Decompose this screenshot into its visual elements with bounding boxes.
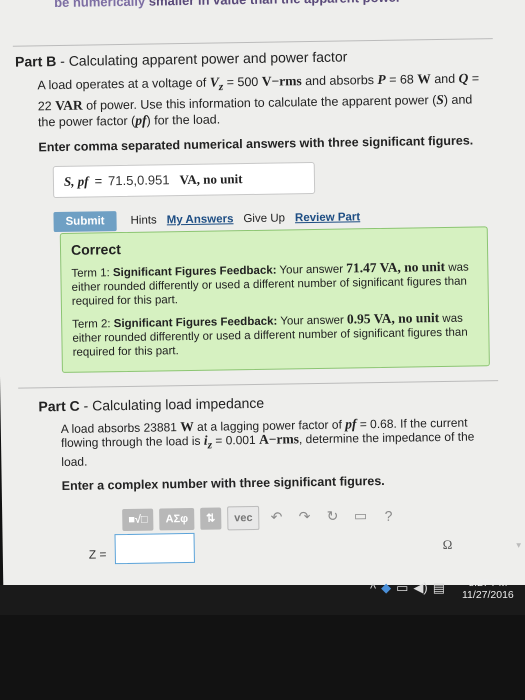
notification-icon[interactable]: ▤ <box>433 580 445 596</box>
q-unit: VAR <box>55 97 83 113</box>
pf-var: pf <box>345 416 357 432</box>
part-c-instruction: Enter a complex number with three signif… <box>61 473 385 493</box>
hints-link[interactable]: Hints <box>130 214 156 226</box>
text: = 500 <box>223 74 262 90</box>
text: of power. Use this information to calcul… <box>82 92 437 113</box>
voltage-symbol: Vz <box>210 74 224 93</box>
text: and absorbs <box>301 72 378 89</box>
z-label: Z = <box>88 547 107 562</box>
subscript-superscript-button[interactable]: ⇅ <box>199 507 222 530</box>
previous-part-fragment: be numerically smaller in value than the… <box>54 0 401 10</box>
divider <box>12 38 493 47</box>
current-symbol: iz <box>204 433 212 452</box>
clock-time: 8:27 PM <box>468 577 508 589</box>
network-icon[interactable]: ▭ <box>396 580 408 596</box>
shield-icon[interactable]: ◆ <box>381 580 391 596</box>
undo-icon[interactable]: ↶ <box>265 506 287 528</box>
correct-feedback-box: Correct Term 1: Significant Figures Feed… <box>59 226 490 373</box>
part-b-section: Part B - Calculating apparent power and … <box>15 46 498 232</box>
unit-symbol: Ω <box>442 536 453 553</box>
part-c-section: Part C - Calculating load impedance A lo… <box>38 391 510 533</box>
math-toolbar: ■√□ ΑΣφ ⇅ vec ↶ ↷ ↻ ▭ ? <box>122 502 510 532</box>
clock[interactable]: 8:27 PM 11/27/2016 <box>462 577 514 601</box>
part-b-instruction: Enter comma separated numerical answers … <box>38 133 474 155</box>
help-button[interactable]: ? <box>377 504 399 526</box>
scroll-down-icon[interactable]: ▼ <box>515 541 523 550</box>
part-b-heading: - Calculating apparent power and power f… <box>56 48 348 70</box>
part-c-heading: - Calculating load impedance <box>79 394 265 414</box>
redo-icon[interactable]: ↷ <box>293 506 315 528</box>
term-heading: Significant Figures Feedback: <box>112 264 277 280</box>
term-value: 0.95 VA, no unit <box>346 310 440 327</box>
term-prefix: Term 1: <box>71 267 114 280</box>
system-tray: ^ ◆ ▭ ◀) ▤ <box>370 580 450 596</box>
text: ) for the load. <box>146 112 221 128</box>
feedback-term-2: Term 2: Significant Figures Feedback: Yo… <box>72 310 479 359</box>
text: A load operates at a voltage of <box>37 75 210 93</box>
keyboard-icon[interactable]: ▭ <box>349 505 371 527</box>
term-heading: Significant Figures Feedback: <box>113 315 278 331</box>
browser-screen: be numerically smaller in value than the… <box>0 0 525 594</box>
answer-unit: VA, no unit <box>179 170 243 187</box>
part-b-label: Part B <box>14 53 57 70</box>
voltage-unit: V−rms <box>261 73 302 89</box>
my-answers-link[interactable]: My Answers <box>167 213 234 226</box>
chevron-up-icon[interactable]: ^ <box>370 581 376 596</box>
feedback-term-1: Term 1: Significant Figures Feedback: Yo… <box>71 259 478 308</box>
part-b-problem: A load operates at a voltage of Vz = 500… <box>37 70 488 130</box>
fragment-text: smaller in value than the apparent power <box>149 0 401 9</box>
reset-icon[interactable]: ↻ <box>321 505 343 527</box>
photo-frame: be numerically smaller in value than the… <box>0 0 525 700</box>
feedback-status: Correct <box>70 241 121 258</box>
clock-date: 11/27/2016 <box>462 589 514 601</box>
term-value: 71.47 VA, no unit <box>346 258 446 276</box>
answer-value: 71.5,0.951 <box>107 172 170 189</box>
w-unit: W <box>180 418 194 435</box>
greek-symbols-button[interactable]: ΑΣφ <box>159 507 195 531</box>
current-unit: A−rms <box>258 431 300 447</box>
impedance-input[interactable] <box>114 532 195 565</box>
text: = 68 <box>385 72 418 87</box>
term-prefix: Term 2: <box>72 318 114 331</box>
part-c-label: Part C <box>38 397 80 415</box>
template-button[interactable]: ■√□ <box>122 508 154 531</box>
volume-icon[interactable]: ◀) <box>413 580 427 596</box>
part-b-answer-field[interactable]: S, pf = 71.5,0.951 VA, no unit <box>52 161 316 198</box>
review-part-link[interactable]: Review Part <box>295 211 360 224</box>
text: Your answer <box>277 314 348 328</box>
give-up-link[interactable]: Give Up <box>243 212 285 225</box>
answer-label: S, pf <box>63 173 89 189</box>
answer-equals: = <box>94 173 103 189</box>
part-c-problem: A load absorbs 23881 W at a lagging powe… <box>61 415 492 469</box>
vector-button[interactable]: vec <box>227 505 260 531</box>
submit-button[interactable]: Submit <box>53 210 117 232</box>
fragment-start: be numerically <box>54 0 146 11</box>
pf-var: pf <box>135 112 147 128</box>
p-unit: W <box>417 71 431 87</box>
text: Your answer <box>276 263 347 277</box>
text: = 0.001 <box>211 432 260 448</box>
part-c-title[interactable]: Part C - Calculating load impedance <box>38 391 508 415</box>
q-var: Q <box>458 70 469 86</box>
text: and <box>430 71 459 87</box>
divider <box>18 380 499 389</box>
part-b-title[interactable]: Part B - Calculating apparent power and … <box>14 46 495 70</box>
